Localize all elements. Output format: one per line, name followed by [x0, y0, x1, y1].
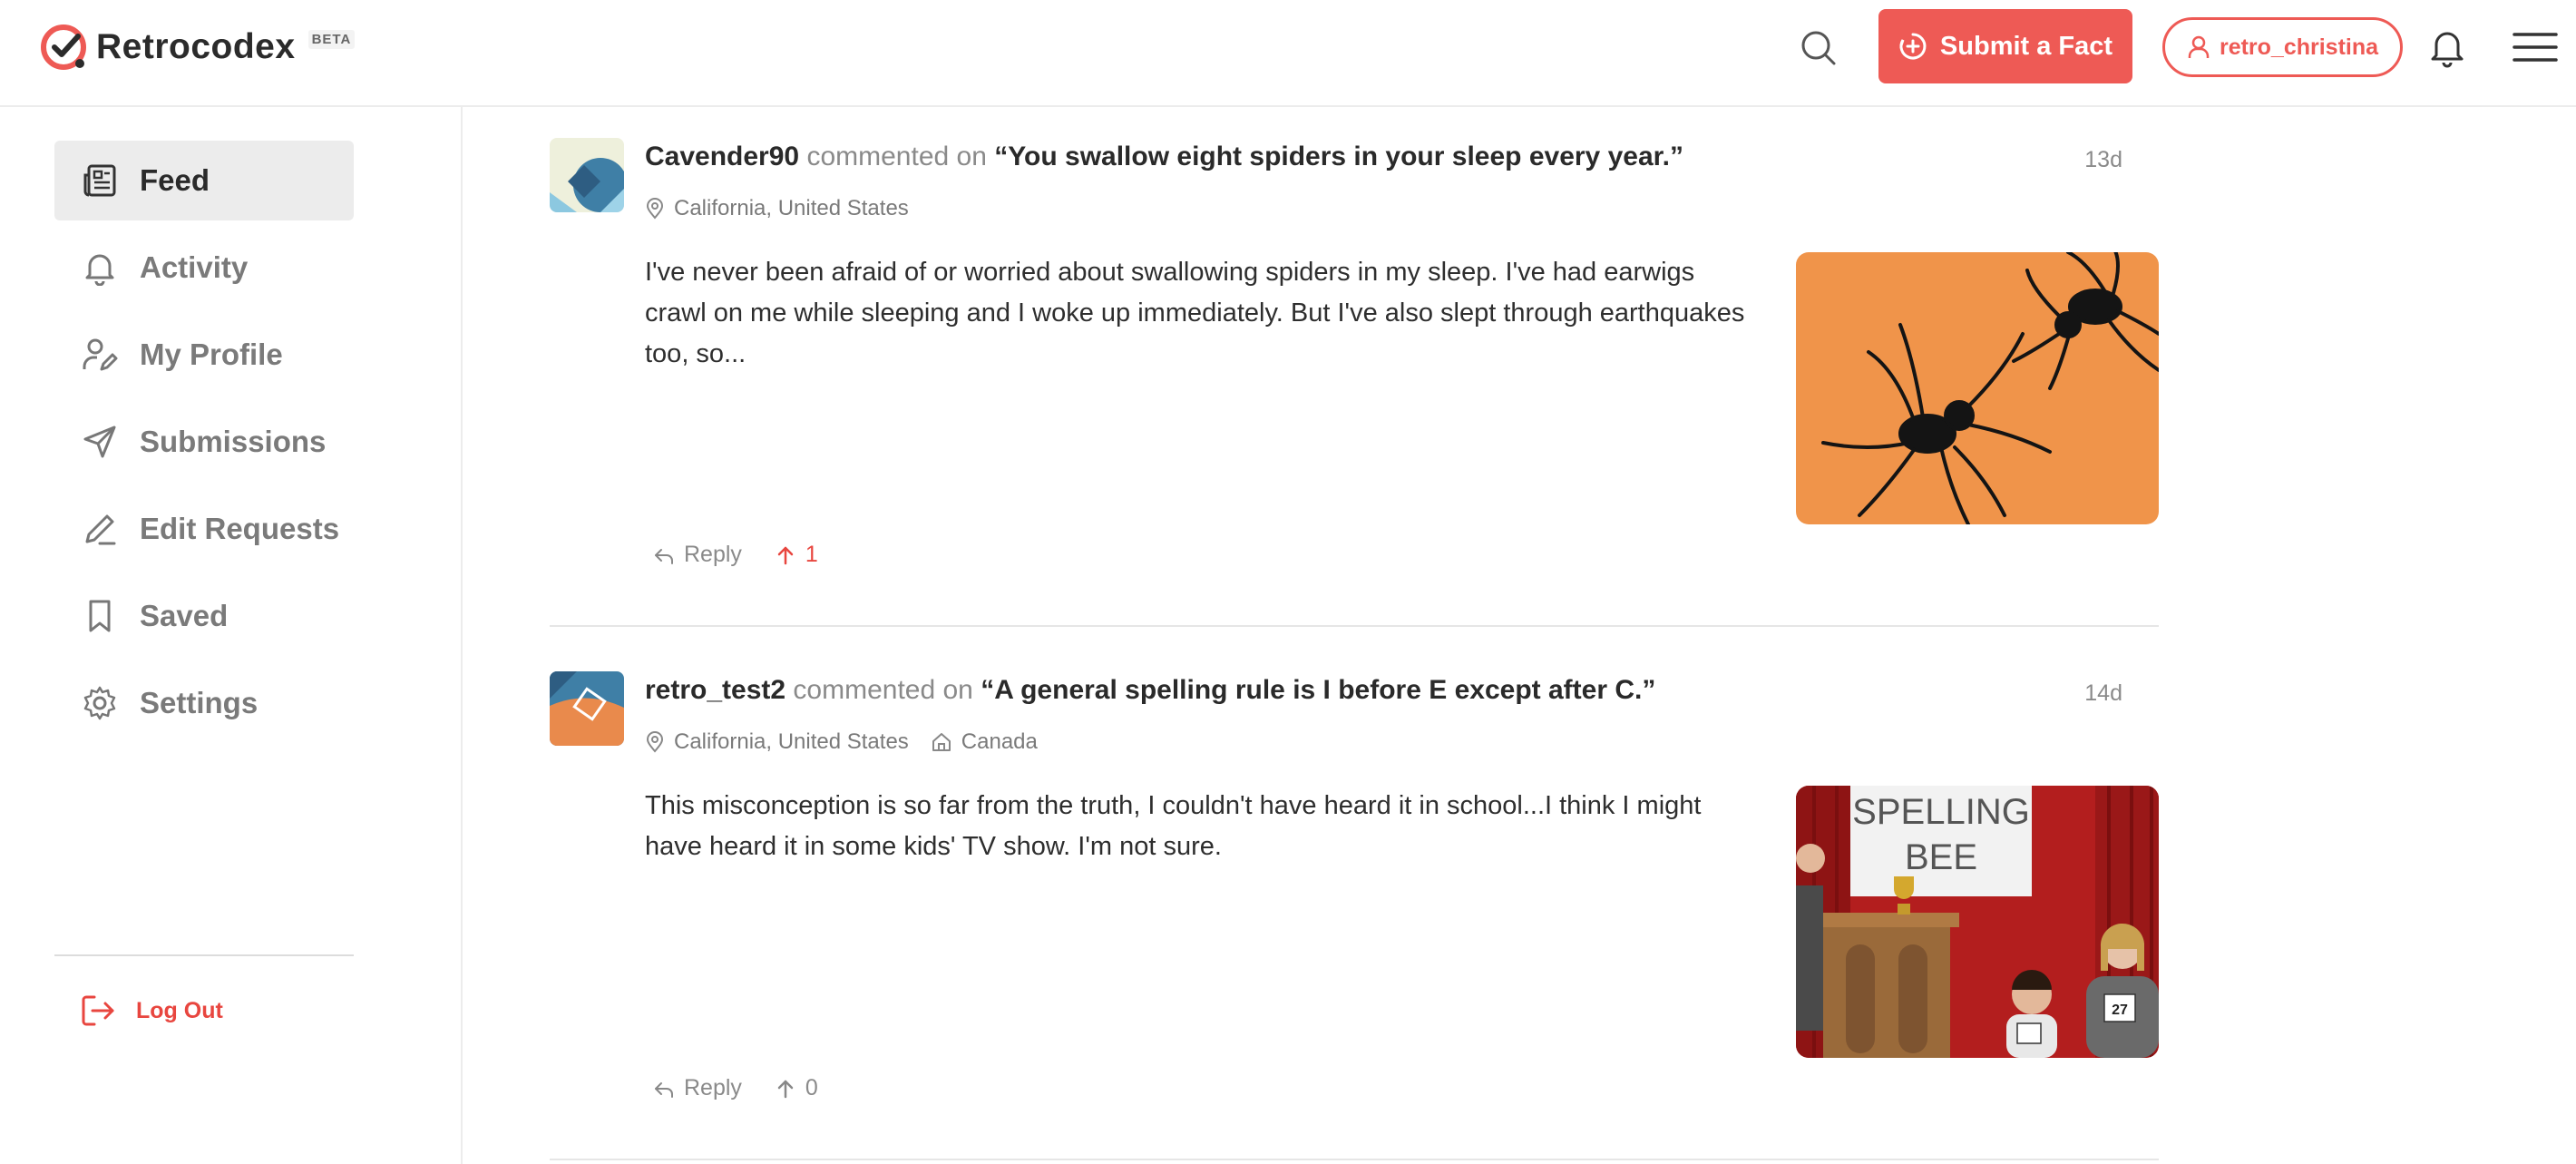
avatar[interactable]	[550, 671, 624, 746]
user-edit-icon	[80, 335, 120, 375]
contestant-number: 27	[2112, 1003, 2128, 1018]
upvote-count: 0	[805, 1075, 818, 1100]
secondary-location-text: Canada	[961, 729, 1038, 754]
secondary-location: Canada	[931, 729, 1038, 755]
logout-label: Log Out	[136, 997, 223, 1023]
comment-headline: Cavender90 commented on “You swallow eig…	[645, 142, 1683, 172]
search-button[interactable]	[1798, 27, 1839, 69]
user-menu-button[interactable]: retro_christina	[2162, 17, 2403, 77]
sidebar-item-label: Activity	[140, 250, 249, 284]
submit-fact-label: Submit a Fact	[1939, 31, 2113, 61]
pencil-icon	[80, 509, 120, 549]
comment-action: commented on	[806, 142, 987, 171]
sidebar: Feed Activity My Profile Submissions Edi…	[0, 107, 463, 1164]
newspaper-icon	[80, 161, 120, 201]
sidebar-item-edit-requests[interactable]: Edit Requests	[54, 489, 354, 569]
spelling-bee-image: SPELLING BEE 27	[1796, 786, 2159, 1058]
sidebar-item-settings[interactable]: Settings	[54, 663, 354, 743]
comment-timestamp: 13d	[2084, 147, 2122, 172]
arrow-up-icon	[777, 1080, 794, 1098]
reply-icon	[655, 1081, 673, 1098]
upvote-button[interactable]: 0	[775, 1075, 818, 1101]
location: California, United States	[645, 196, 909, 221]
notifications-button[interactable]	[2428, 26, 2466, 68]
bell-icon	[80, 248, 120, 288]
feed-item: Cavender90 commented on “You swallow eig…	[550, 138, 2159, 628]
logo[interactable]: Retrocodex BETA	[40, 22, 356, 73]
reply-button[interactable]: Reply	[653, 1075, 742, 1101]
home-icon	[932, 733, 951, 751]
comment-username[interactable]: Cavender90	[645, 142, 799, 171]
logo-text: Retrocodex	[96, 27, 296, 66]
upvote-count: 1	[805, 542, 818, 567]
sidebar-item-label: My Profile	[140, 337, 283, 371]
bell-icon	[2431, 32, 2464, 68]
fact-thumbnail[interactable]: SPELLING BEE 27	[1796, 786, 2159, 1058]
map-pin-icon	[646, 731, 664, 753]
user-icon	[2188, 35, 2210, 58]
sidebar-item-feed[interactable]: Feed	[54, 141, 354, 220]
comment-meta: California, United States	[645, 196, 931, 221]
comment-timestamp: 14d	[2084, 680, 2122, 706]
sidebar-item-label: Submissions	[140, 425, 327, 458]
sign-word-2: BEE	[1905, 837, 1977, 877]
hamburger-menu-button[interactable]	[2513, 29, 2558, 65]
upvote-button[interactable]: 1	[775, 542, 818, 568]
sidebar-item-submissions[interactable]: Submissions	[54, 402, 354, 482]
spiders-image	[1796, 252, 2159, 524]
sidebar-item-label: Settings	[140, 686, 259, 719]
reply-button[interactable]: Reply	[653, 542, 742, 568]
feed-item: retro_test2 commented on “A general spel…	[550, 671, 2159, 1164]
username-label: retro_christina	[2219, 34, 2379, 60]
location: California, United States	[645, 729, 909, 755]
reply-label: Reply	[684, 1075, 742, 1100]
reply-label: Reply	[684, 542, 742, 567]
beta-badge: BETA	[307, 29, 356, 49]
send-icon	[80, 422, 120, 462]
logout-button[interactable]: Log Out	[54, 983, 354, 1038]
fact-link[interactable]: “A general spelling rule is I before E e…	[981, 675, 1655, 705]
comment-action: commented on	[793, 675, 973, 705]
sidebar-item-my-profile[interactable]: My Profile	[54, 315, 354, 395]
sign-word-1: SPELLING	[1852, 792, 2030, 832]
logout-icon	[80, 993, 116, 1029]
gear-icon	[80, 683, 120, 723]
comment-body: This misconception is so far from the tr…	[645, 791, 1702, 861]
location-text: California, United States	[674, 196, 909, 220]
sidebar-item-label: Edit Requests	[140, 512, 340, 545]
search-icon	[1801, 31, 1836, 65]
avatar[interactable]	[550, 138, 624, 212]
feed-separator	[550, 1159, 2159, 1160]
bookmark-icon	[80, 596, 120, 636]
sidebar-divider	[54, 954, 354, 956]
reply-icon	[655, 548, 673, 564]
map-pin-icon	[646, 198, 664, 220]
hamburger-icon	[2513, 33, 2558, 62]
comment-username[interactable]: retro_test2	[645, 675, 785, 705]
sidebar-item-label: Saved	[140, 599, 229, 632]
feed-separator	[550, 625, 2159, 627]
plus-circle-icon	[1899, 33, 1927, 60]
submit-fact-button[interactable]: Submit a Fact	[1878, 9, 2132, 83]
sidebar-item-saved[interactable]: Saved	[54, 576, 354, 656]
logo-icon	[41, 24, 86, 70]
fact-link[interactable]: “You swallow eight spiders in your sleep…	[994, 142, 1683, 171]
comment-meta: California, United States Canada	[645, 729, 1059, 755]
comment-actions: Reply 0	[653, 1075, 851, 1101]
comment-body: I've never been afraid of or worried abo…	[645, 258, 1745, 368]
top-header: Retrocodex BETA Submit a Fact retro_chri…	[0, 0, 2576, 107]
fact-thumbnail[interactable]	[1796, 252, 2159, 524]
sidebar-item-activity[interactable]: Activity	[54, 228, 354, 308]
comment-headline: retro_test2 commented on “A general spel…	[645, 675, 1655, 706]
arrow-up-icon	[777, 546, 794, 564]
comment-actions: Reply 1	[653, 542, 851, 568]
sidebar-item-label: Feed	[140, 163, 210, 197]
location-text: California, United States	[674, 729, 909, 754]
